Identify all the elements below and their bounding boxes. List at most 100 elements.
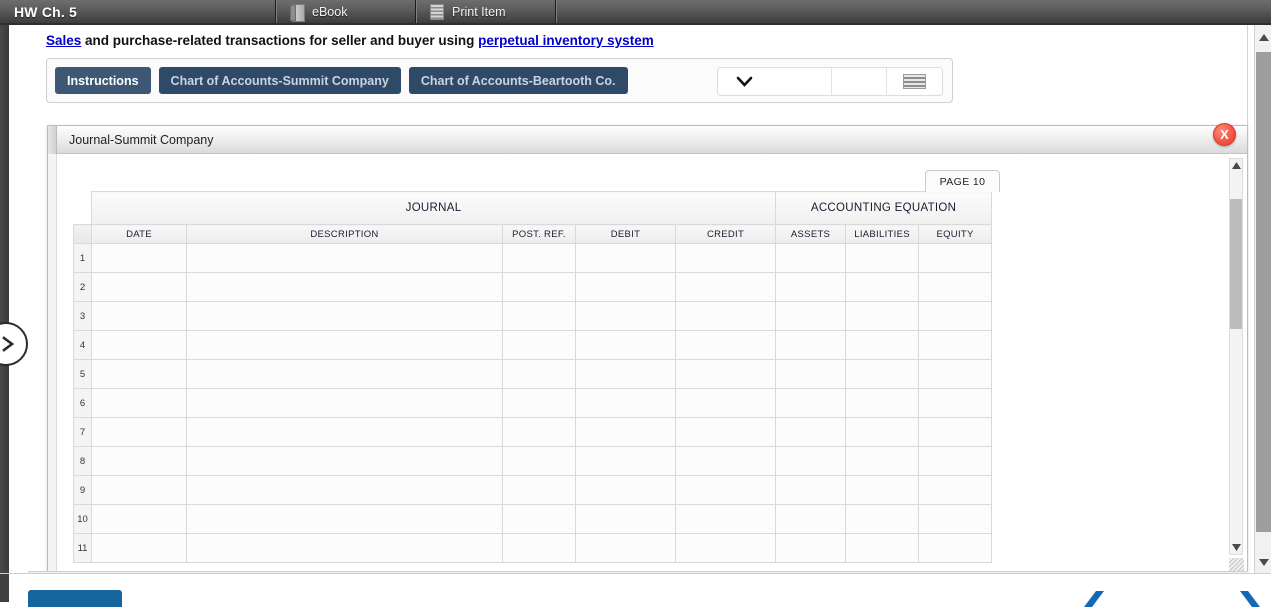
cell-liabilities[interactable] <box>846 476 919 505</box>
cell-equity[interactable] <box>919 273 992 302</box>
cell-assets[interactable] <box>776 534 846 563</box>
cell-date[interactable] <box>92 302 187 331</box>
cell-debit[interactable] <box>576 389 676 418</box>
cell-equity[interactable] <box>919 389 992 418</box>
table-row[interactable]: 5 <box>74 360 992 389</box>
cell-liabilities[interactable] <box>846 447 919 476</box>
cell-debit[interactable] <box>576 244 676 273</box>
cell-liabilities[interactable] <box>846 389 919 418</box>
cell-assets[interactable] <box>776 447 846 476</box>
cell-date[interactable] <box>92 534 187 563</box>
cell-date[interactable] <box>92 447 187 476</box>
cell-credit[interactable] <box>676 534 776 563</box>
cell-credit[interactable] <box>676 273 776 302</box>
dialog-drag-grip[interactable] <box>48 126 57 154</box>
cell-assets[interactable] <box>776 302 846 331</box>
primary-action-button[interactable] <box>28 590 122 607</box>
tab-instructions[interactable]: Instructions <box>55 67 151 94</box>
tool-cell-2[interactable] <box>777 68 832 95</box>
cell-debit[interactable] <box>576 360 676 389</box>
cell-credit[interactable] <box>676 389 776 418</box>
dialog-title-bar[interactable]: Journal-Summit Company X <box>48 126 1247 154</box>
print-item-button[interactable]: Print Item <box>415 0 555 23</box>
cell-post-ref[interactable] <box>503 360 576 389</box>
cell-liabilities[interactable] <box>846 360 919 389</box>
dialog-resize-handle[interactable] <box>1229 558 1244 571</box>
table-row[interactable]: 6 <box>74 389 992 418</box>
previous-button[interactable] <box>1082 591 1104 612</box>
cell-post-ref[interactable] <box>503 331 576 360</box>
cell-post-ref[interactable] <box>503 418 576 447</box>
cell-description[interactable] <box>187 418 503 447</box>
cell-post-ref[interactable] <box>503 505 576 534</box>
cell-date[interactable] <box>92 505 187 534</box>
menu-button[interactable] <box>887 68 942 95</box>
cell-description[interactable] <box>187 534 503 563</box>
cell-debit[interactable] <box>576 534 676 563</box>
cell-assets[interactable] <box>776 360 846 389</box>
next-button[interactable] <box>1240 591 1262 612</box>
cell-debit[interactable] <box>576 273 676 302</box>
cell-date[interactable] <box>92 273 187 302</box>
cell-description[interactable] <box>187 389 503 418</box>
cell-description[interactable] <box>187 273 503 302</box>
cell-equity[interactable] <box>919 244 992 273</box>
sales-link[interactable]: Sales <box>46 33 81 48</box>
table-row[interactable]: 4 <box>74 331 992 360</box>
dialog-scrollbar-thumb[interactable] <box>1230 199 1242 329</box>
cell-description[interactable] <box>187 302 503 331</box>
cell-equity[interactable] <box>919 476 992 505</box>
close-icon[interactable]: X <box>1213 123 1236 146</box>
page-scrollbar-thumb[interactable] <box>1256 52 1271 532</box>
cell-equity[interactable] <box>919 534 992 563</box>
cell-debit[interactable] <box>576 447 676 476</box>
cell-date[interactable] <box>92 418 187 447</box>
cell-equity[interactable] <box>919 418 992 447</box>
cell-credit[interactable] <box>676 360 776 389</box>
cell-assets[interactable] <box>776 331 846 360</box>
page-tab[interactable]: PAGE 10 <box>925 170 1000 192</box>
table-row[interactable]: 1 <box>74 244 992 273</box>
cell-liabilities[interactable] <box>846 302 919 331</box>
cell-description[interactable] <box>187 447 503 476</box>
cell-date[interactable] <box>92 476 187 505</box>
cell-debit[interactable] <box>576 505 676 534</box>
cell-post-ref[interactable] <box>503 302 576 331</box>
table-row[interactable]: 8 <box>74 447 992 476</box>
cell-credit[interactable] <box>676 476 776 505</box>
cell-assets[interactable] <box>776 389 846 418</box>
cell-credit[interactable] <box>676 331 776 360</box>
table-row[interactable]: 7 <box>74 418 992 447</box>
cell-date[interactable] <box>92 389 187 418</box>
cell-post-ref[interactable] <box>503 273 576 302</box>
cell-assets[interactable] <box>776 273 846 302</box>
dialog-scrollbar[interactable] <box>1229 158 1243 555</box>
cell-post-ref[interactable] <box>503 447 576 476</box>
cell-assets[interactable] <box>776 476 846 505</box>
cell-equity[interactable] <box>919 360 992 389</box>
cell-liabilities[interactable] <box>846 273 919 302</box>
cell-post-ref[interactable] <box>503 476 576 505</box>
cell-liabilities[interactable] <box>846 505 919 534</box>
cell-liabilities[interactable] <box>846 331 919 360</box>
cell-equity[interactable] <box>919 331 992 360</box>
cell-credit[interactable] <box>676 418 776 447</box>
cell-liabilities[interactable] <box>846 534 919 563</box>
table-row[interactable]: 10 <box>74 505 992 534</box>
cell-post-ref[interactable] <box>503 389 576 418</box>
tab-chart-of-accounts-beartooth[interactable]: Chart of Accounts-Beartooth Co. <box>409 67 628 94</box>
cell-date[interactable] <box>92 244 187 273</box>
tab-chart-of-accounts-summit[interactable]: Chart of Accounts-Summit Company <box>159 67 401 94</box>
cell-credit[interactable] <box>676 244 776 273</box>
cell-liabilities[interactable] <box>846 418 919 447</box>
page-scrollbar[interactable] <box>1254 25 1271 573</box>
cell-debit[interactable] <box>576 476 676 505</box>
cell-debit[interactable] <box>576 302 676 331</box>
table-row[interactable]: 11 <box>74 534 992 563</box>
cell-description[interactable] <box>187 505 503 534</box>
table-row[interactable]: 3 <box>74 302 992 331</box>
page-scroll-down-icon[interactable] <box>1256 554 1271 570</box>
cell-debit[interactable] <box>576 418 676 447</box>
cell-liabilities[interactable] <box>846 244 919 273</box>
cell-assets[interactable] <box>776 244 846 273</box>
